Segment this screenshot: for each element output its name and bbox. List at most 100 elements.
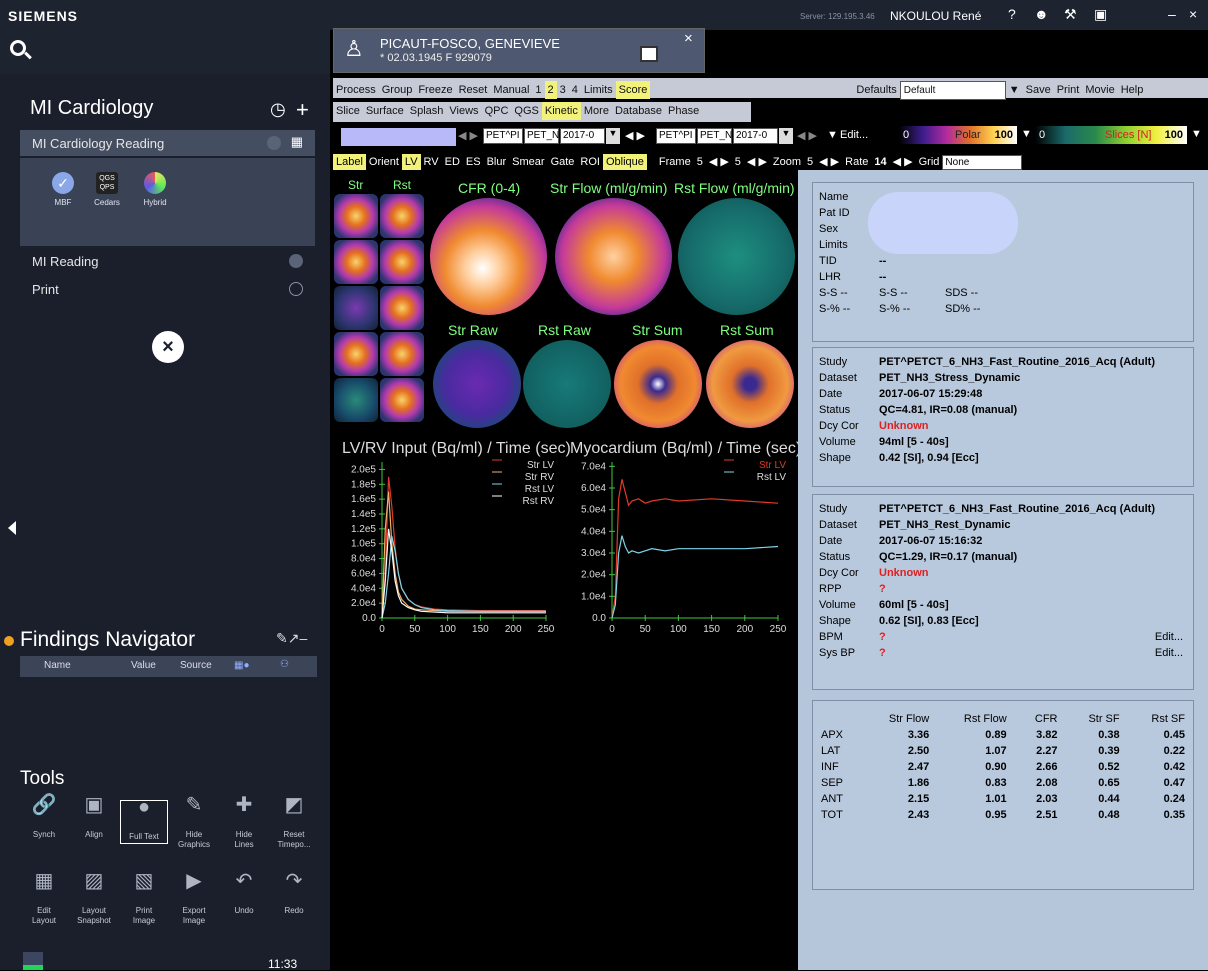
- str-sum-map[interactable]: [614, 340, 702, 428]
- menu3-item[interactable]: Gate: [548, 154, 578, 170]
- grid-select[interactable]: None: [942, 155, 1023, 170]
- tool-synch[interactable]: 🔗 Synch: [20, 795, 68, 840]
- workflow-mi-cardiology-reading[interactable]: MI Cardiology Reading ▦: [20, 130, 315, 156]
- report-icon[interactable]: [640, 46, 658, 62]
- menu3-item[interactable]: ED: [442, 154, 463, 170]
- history-icon[interactable]: ◷: [270, 99, 286, 120]
- minimize-icon[interactable]: –: [1168, 6, 1176, 22]
- menu1-item[interactable]: 4: [569, 81, 581, 99]
- workflow-print[interactable]: Print: [20, 276, 315, 302]
- search-icon[interactable]: [10, 40, 26, 56]
- myocardium-chart[interactable]: 0.0 1.0e4 2.0e4 3.0e4 4.0e4 5.0e4 6.0e4 7.0e4 0 5…: [564, 452, 794, 652]
- slices-dropdown-icon[interactable]: ▼: [1191, 128, 1202, 140]
- menu2-item[interactable]: Database: [612, 102, 665, 120]
- workflow-mi-reading[interactable]: MI Reading: [20, 248, 315, 274]
- menu2-item[interactable]: Slice: [333, 102, 363, 120]
- menu3-item[interactable]: Smear: [509, 154, 547, 170]
- str-raw-map[interactable]: [433, 340, 521, 428]
- user-name[interactable]: NKOULOU René: [890, 9, 981, 23]
- menu2-item[interactable]: Phase: [665, 102, 702, 120]
- menu3-item[interactable]: Orient: [366, 154, 402, 170]
- tool-align[interactable]: ▣ Align: [70, 795, 118, 840]
- dataset1-field[interactable]: PET^PI: [483, 128, 523, 144]
- zoom-nav-icon[interactable]: ◀ ▶: [816, 153, 842, 170]
- tool-edit-layout[interactable]: ▦ Edit Layout: [20, 871, 68, 926]
- dataset1-date[interactable]: 2017-0: [560, 128, 605, 144]
- dataset2-series[interactable]: PET_N: [697, 128, 732, 144]
- dataset2-field[interactable]: PET^PI: [656, 128, 696, 144]
- tile-hybrid[interactable]: Hybrid: [134, 172, 176, 207]
- menu3-item[interactable]: RV: [421, 154, 442, 170]
- add-icon[interactable]: +: [296, 97, 309, 123]
- rst-raw-map[interactable]: [523, 340, 611, 428]
- menu1-item[interactable]: Reset: [456, 81, 491, 99]
- rst-flow-polar-map[interactable]: [678, 198, 795, 315]
- dataset2-date[interactable]: 2017-0: [733, 128, 778, 144]
- tool-hide-graphics[interactable]: ✎ Hide Graphics: [170, 795, 218, 850]
- dataset1-dropdown-icon[interactable]: ▼: [606, 128, 620, 144]
- tool-reset-timepo-[interactable]: ◩ Reset Timepo...: [270, 795, 318, 850]
- help-icon[interactable]: ?: [1008, 6, 1016, 22]
- edit-link[interactable]: Edit...: [840, 129, 868, 141]
- rate-nav-icon[interactable]: ◀ ▶: [890, 153, 916, 170]
- users-icon[interactable]: ☻: [1034, 6, 1049, 22]
- findings-tools-icon[interactable]: ✎↗–: [276, 630, 307, 647]
- tool-print-image[interactable]: ▧ Print Image: [120, 871, 168, 926]
- dataset2-dropdown-icon[interactable]: ▼: [779, 128, 793, 144]
- menu1-item[interactable]: 1: [532, 81, 544, 99]
- slices-color-scale[interactable]: 0 Slices [N] 100: [1035, 126, 1187, 144]
- menu1-item[interactable]: Limits: [581, 81, 616, 99]
- lv-rv-input-chart[interactable]: 0.0 2.0e4 4.0e4 6.0e4 8.0e4 1.0e5 1.2e5 1.4e5 1.…: [334, 452, 562, 652]
- collapse-arrow-icon[interactable]: [8, 521, 16, 535]
- menu1-action[interactable]: Print: [1054, 81, 1083, 99]
- menu1-item[interactable]: Process: [333, 81, 379, 99]
- settings-icon[interactable]: [267, 136, 281, 150]
- tile-cedars[interactable]: QGS QPS Cedars: [86, 172, 128, 207]
- wrench-icon[interactable]: ⚒: [1064, 6, 1077, 23]
- dataset-nav-icon[interactable]: ◀ ▶: [625, 129, 645, 142]
- menu2-item[interactable]: QGS: [511, 102, 541, 120]
- close-icon[interactable]: ×: [152, 331, 184, 363]
- menu1-action[interactable]: Help: [1118, 81, 1147, 99]
- edit-link[interactable]: Edit...: [1155, 629, 1193, 645]
- menu1-item[interactable]: Score: [615, 81, 651, 99]
- menu2-item[interactable]: Surface: [363, 102, 407, 120]
- edit-dropdown-icon[interactable]: ▼: [827, 129, 838, 141]
- menu3-item[interactable]: Oblique: [602, 154, 647, 170]
- menu2-item[interactable]: Views: [446, 102, 481, 120]
- grid-icon[interactable]: ▦: [291, 134, 303, 150]
- defaults-dropdown-icon[interactable]: ▼: [1006, 81, 1023, 99]
- menu3-item[interactable]: LV: [401, 154, 421, 170]
- menu3-item[interactable]: ES: [463, 154, 484, 170]
- dataset2-nav-icon[interactable]: ◀ ▶: [797, 129, 817, 142]
- prev-dataset-icon[interactable]: ◀ ▶: [458, 129, 478, 142]
- polar-dropdown-icon[interactable]: ▼: [1021, 128, 1032, 140]
- menu1-action[interactable]: Save: [1023, 81, 1054, 99]
- tool-undo[interactable]: ↶ Undo: [220, 871, 268, 916]
- tool-redo[interactable]: ↷ Redo: [270, 871, 318, 916]
- tool-export-image[interactable]: ▶ Export Image: [170, 871, 218, 926]
- patient-close-icon[interactable]: ×: [684, 30, 693, 47]
- menu1-item[interactable]: Freeze: [415, 81, 455, 99]
- close-window-icon[interactable]: ×: [1189, 6, 1197, 22]
- menu1-item[interactable]: Manual: [490, 81, 532, 99]
- menu2-item[interactable]: Kinetic: [541, 102, 581, 120]
- menu3-item[interactable]: Label: [333, 154, 366, 170]
- frame-nav-icon[interactable]: ◀ ▶: [706, 153, 732, 170]
- menu1-item[interactable]: 3: [557, 81, 569, 99]
- briefcase-icon[interactable]: ▣: [1094, 6, 1107, 23]
- tool-full-text[interactable]: ● Full Text: [120, 797, 168, 844]
- polar-color-scale[interactable]: 0 Polar 100: [899, 126, 1017, 144]
- dataset1-series[interactable]: PET_N: [524, 128, 559, 144]
- slice-thumbnails[interactable]: [334, 194, 424, 426]
- frame-nav2-icon[interactable]: ◀ ▶: [744, 153, 770, 170]
- menu2-item[interactable]: QPC: [482, 102, 512, 120]
- tool-hide-lines[interactable]: ✚ Hide Lines: [220, 795, 268, 850]
- edit-link[interactable]: Edit...: [1155, 645, 1193, 661]
- tool-layout-snapshot[interactable]: ▨ Layout Snapshot: [70, 871, 118, 926]
- defaults-select[interactable]: Default: [899, 81, 1006, 100]
- menu1-action[interactable]: Movie: [1082, 81, 1117, 99]
- cfr-polar-map[interactable]: [430, 198, 547, 315]
- menu3-item[interactable]: ROI: [577, 154, 603, 170]
- tile-mbf[interactable]: ✓ MBF: [42, 172, 84, 207]
